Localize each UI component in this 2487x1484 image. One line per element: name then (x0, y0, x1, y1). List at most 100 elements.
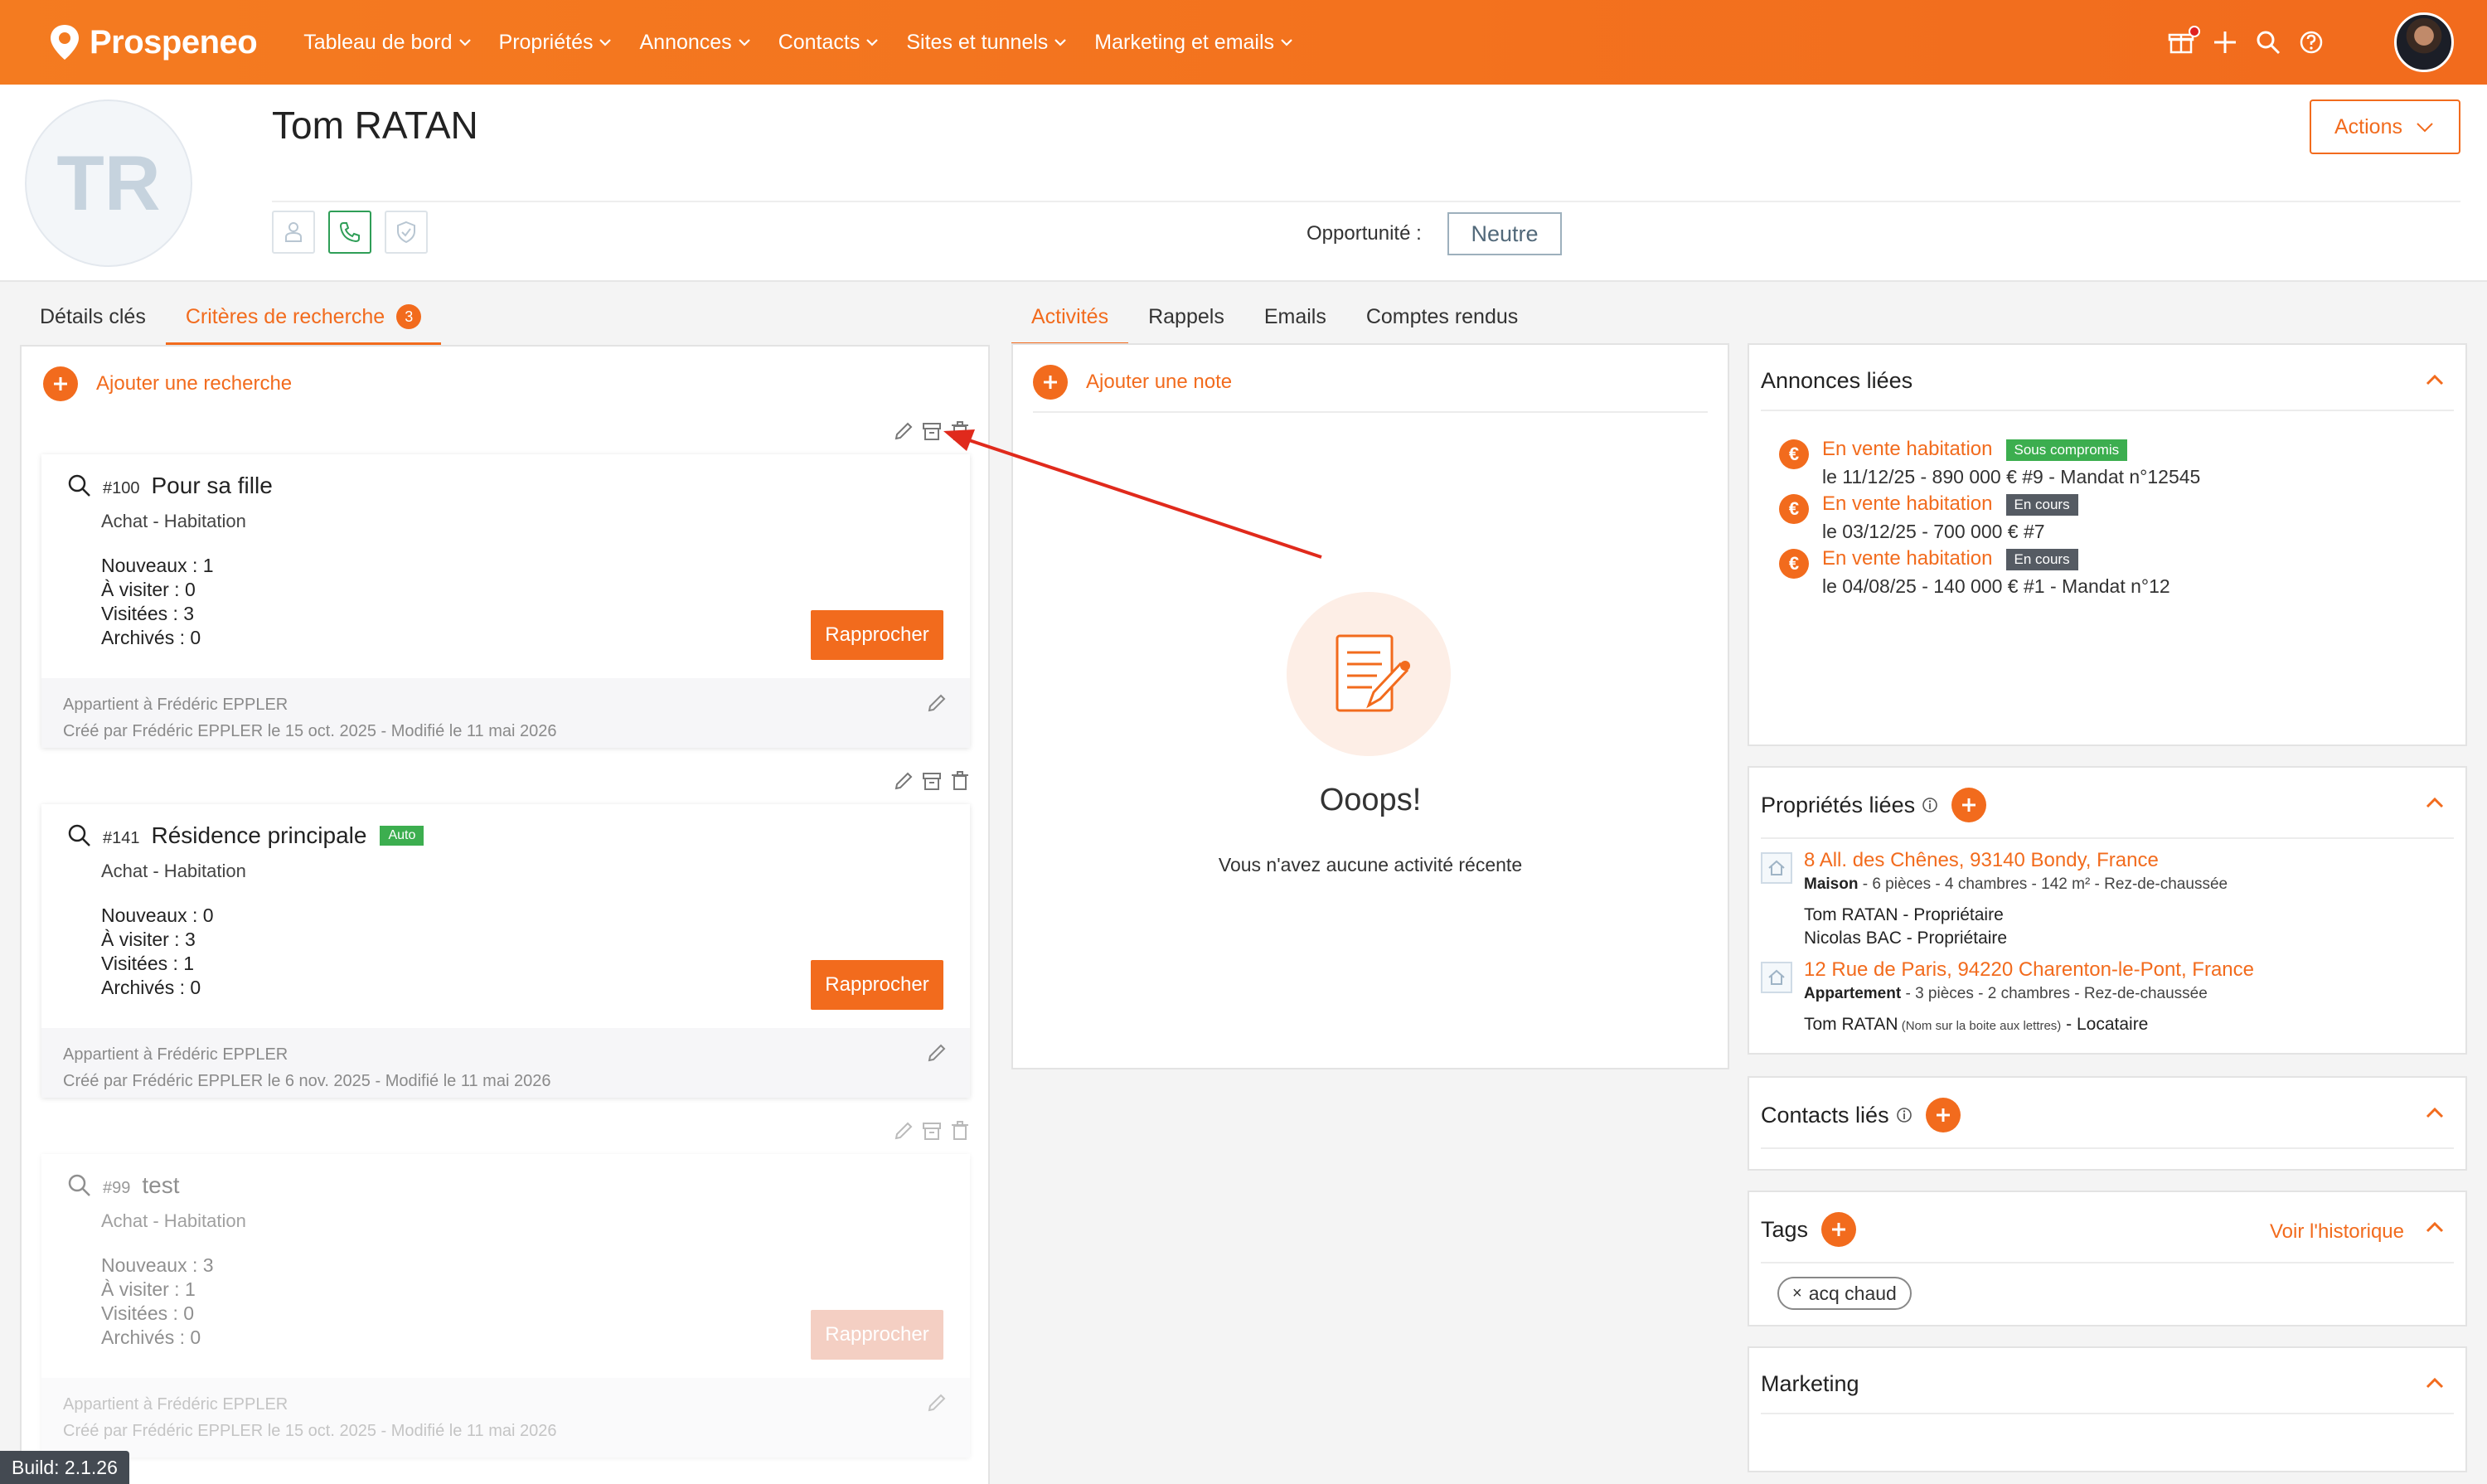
add-search-button[interactable]: Ajouter une recherche (43, 366, 292, 401)
match-button[interactable]: Rapprocher (811, 610, 943, 660)
panel-divider (1761, 1147, 2454, 1149)
search-id: #99 (103, 1178, 131, 1197)
pencil-icon[interactable] (925, 1391, 948, 1414)
nav-item-marketing[interactable]: Marketing et emails (1094, 31, 1294, 55)
phone-button[interactable] (328, 211, 371, 254)
property-person: Tom RATAN (Nom sur la boite aux lettres)… (1804, 1015, 2148, 1035)
stat-new: Nouveaux : 3 (101, 1254, 214, 1276)
add-property-button[interactable] (1951, 788, 1987, 822)
archive-icon[interactable] (920, 419, 943, 443)
listing-detail: le 03/12/25 - 700 000 € #7 (1822, 521, 2045, 542)
tab-reports[interactable]: Comptes rendus (1346, 282, 1538, 345)
view-history-link[interactable]: Voir l'historique (2270, 1220, 2404, 1244)
match-button[interactable]: Rapprocher (811, 1310, 943, 1360)
chevron-up-icon[interactable] (2422, 791, 2447, 816)
location-pin-icon (51, 25, 79, 60)
property-details: - 3 pièces - 2 chambres - Rez-de-chaussé… (1901, 985, 2208, 1002)
nav-item-dashboard[interactable]: Tableau de bord (303, 31, 472, 55)
chevron-down-icon (866, 39, 879, 46)
pencil-icon[interactable] (925, 691, 948, 715)
info-icon[interactable] (1922, 797, 1938, 813)
opportunity-select[interactable]: Neutre (1447, 212, 1562, 255)
tab-reminders[interactable]: Rappels (1128, 282, 1244, 345)
archive-icon[interactable] (920, 769, 943, 793)
nav-item-label: Propriétés (498, 30, 594, 54)
chevron-down-icon (1281, 39, 1292, 46)
stat-to-visit: À visiter : 3 (101, 929, 196, 950)
person-name[interactable]: Nicolas BAC (1804, 929, 1902, 948)
chevron-up-icon[interactable] (2422, 1101, 2447, 1126)
consent-shield-button[interactable] (385, 211, 428, 254)
add-contact-button[interactable] (1925, 1098, 1961, 1132)
listing-link[interactable]: En vente habitation Sous compromis (1822, 438, 2128, 461)
user-avatar[interactable] (2394, 12, 2454, 72)
tab-key-details[interactable]: Détails clés (20, 282, 166, 345)
add-tag-button[interactable] (1821, 1212, 1857, 1247)
nav-item-listings[interactable]: Annonces (639, 31, 751, 55)
tab-label: Rappels (1148, 305, 1224, 328)
trash-icon[interactable] (948, 1119, 972, 1142)
panel-divider (1761, 1262, 2454, 1263)
tag-chip[interactable]: × acq chaud (1777, 1277, 1912, 1310)
search-owner: Appartient à Frédéric EPPLER (63, 1395, 288, 1414)
nav-item-label: Tableau de bord (303, 30, 453, 54)
linked-listings-title: Annonces liées (1761, 368, 1913, 393)
brand-logo[interactable]: Prospeneo (48, 23, 258, 61)
info-icon[interactable] (1896, 1107, 1913, 1123)
gift-notifications-icon[interactable] (2167, 26, 2200, 57)
tab-activities[interactable]: Activités (1011, 282, 1129, 345)
search-card: #99 test Achat - Habitation Nouveaux : 3… (41, 1154, 970, 1457)
pencil-icon[interactable] (892, 769, 915, 793)
match-button[interactable]: Rapprocher (811, 960, 943, 1010)
property-details: - 6 pièces - 4 chambres - 142 m² - Rez-d… (1858, 875, 2228, 893)
empty-state-text: Vous n'avez aucune activité récente (1218, 854, 1523, 875)
tab-search-criteria[interactable]: Critères de recherche 3 (165, 282, 442, 345)
search-created: Créé par Frédéric EPPLER le 15 oct. 2025… (63, 1422, 557, 1440)
header-divider (272, 201, 2460, 202)
help-icon[interactable] (2296, 27, 2326, 57)
tab-label: Détails clés (40, 305, 146, 328)
search-id: #100 (103, 478, 140, 497)
panel-divider (1761, 1413, 2454, 1414)
owner-role-button[interactable] (272, 211, 315, 254)
chevron-up-icon[interactable] (2422, 1215, 2447, 1240)
trash-icon[interactable] (948, 419, 972, 443)
property-link[interactable]: 12 Rue de Paris, 94220 Charenton-le-Pont… (1804, 958, 2254, 982)
pencil-icon[interactable] (892, 1119, 915, 1142)
nav-tools (2167, 0, 2487, 85)
pencil-icon[interactable] (925, 1041, 948, 1065)
archive-icon[interactable] (920, 1119, 943, 1142)
search-card-tools (887, 419, 972, 443)
pencil-icon[interactable] (892, 419, 915, 443)
nav-item-contacts[interactable]: Contacts (778, 31, 880, 55)
nav-item-sites[interactable]: Sites et tunnels (906, 31, 1068, 55)
add-note-button[interactable]: Ajouter une note (1033, 365, 1232, 400)
remove-tag-icon[interactable]: × (1792, 1284, 1802, 1303)
person-name[interactable]: Tom RATAN (1804, 905, 1898, 924)
center-tabs: Activités Rappels Emails Comptes rendus (1011, 282, 1538, 345)
chevron-down-icon (2417, 123, 2433, 133)
listing-link[interactable]: En vente habitation En cours (1822, 492, 2078, 516)
actions-dropdown-button[interactable]: Actions (2310, 99, 2460, 154)
chevron-up-icon[interactable] (2422, 368, 2447, 393)
plus-icon[interactable] (2210, 27, 2240, 57)
status-badge: En cours (2005, 493, 2078, 516)
property-link[interactable]: 8 All. des Chênes, 93140 Bondy, France (1804, 849, 2159, 872)
nav-item-label: Marketing et emails (1094, 30, 1275, 54)
person-role: - Propriétaire (1901, 929, 2008, 948)
person-name[interactable]: Tom RATAN (1804, 1015, 1898, 1034)
chevron-up-icon[interactable] (2422, 1371, 2447, 1396)
property-specs: Appartement - 3 pièces - 2 chambres - Re… (1804, 985, 2208, 1003)
opportunity-label: Opportunité : (1307, 222, 1422, 245)
nav-item-properties[interactable]: Propriétés (499, 31, 613, 55)
listing-link[interactable]: En vente habitation En cours (1822, 547, 2078, 570)
contact-name: Tom RATAN (272, 104, 478, 147)
document-pen-icon (1336, 634, 1410, 712)
house-icon (1761, 962, 1792, 993)
search-owner: Appartient à Frédéric EPPLER (63, 696, 288, 714)
linked-contacts-header: Contacts liés (1761, 1098, 1961, 1132)
search-icon[interactable] (2253, 27, 2283, 57)
tab-emails[interactable]: Emails (1244, 282, 1346, 345)
property-specs: Maison - 6 pièces - 4 chambres - 142 m² … (1804, 875, 2228, 894)
trash-icon[interactable] (948, 769, 972, 793)
